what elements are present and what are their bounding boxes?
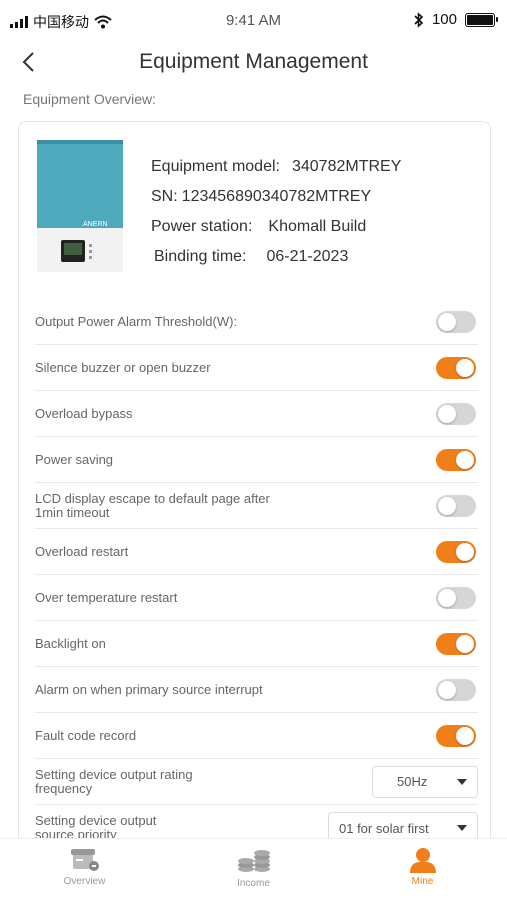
toggle-switch[interactable] — [436, 448, 476, 471]
sn-value: 123456890340782MTREY — [181, 188, 372, 205]
station-value: Khomall Build — [268, 218, 367, 235]
setting-row: Silence buzzer or open buzzer — [35, 345, 478, 391]
toggle-knob — [438, 680, 456, 699]
setting-row: Fault code record — [35, 713, 478, 759]
toggle-switch[interactable] — [436, 402, 476, 425]
sn-label: SN: — [151, 188, 178, 205]
setting-row: Overload bypass — [35, 391, 478, 437]
setting-row: Output Power Alarm Threshold(W): — [35, 299, 478, 345]
setting-label: LCD display escape to default page after… — [35, 490, 270, 520]
toggle-switch[interactable] — [436, 586, 476, 609]
frequency-select[interactable]: 50Hz — [372, 765, 478, 798]
setting-row: Alarm on when primary source interrupt — [35, 667, 478, 713]
toggle-knob — [438, 404, 456, 423]
tab-label: Overview — [63, 876, 106, 887]
caret-down-icon — [457, 825, 467, 831]
toggle-knob — [438, 312, 456, 331]
equipment-card: ANERN Equipment model: 340782MTREY SN: 1… — [18, 121, 491, 861]
setting-row: Overload restart — [35, 529, 478, 575]
select-value: 50Hz — [397, 774, 428, 789]
station-label: Power station: — [151, 218, 253, 235]
toggle-knob — [438, 496, 456, 515]
battery-icon — [465, 12, 498, 27]
overview-icon — [70, 849, 99, 871]
toggle-switch[interactable] — [436, 678, 476, 701]
caret-down-icon — [457, 778, 467, 785]
sn-row: SN: 123456890340782MTREY — [151, 182, 401, 212]
select-row: Setting device output rating frequency 5… — [35, 759, 478, 805]
binding-row: Binding time: 06-21-2023 — [151, 242, 401, 272]
toggle-knob — [456, 634, 474, 653]
setting-label: Power saving — [35, 451, 114, 467]
device-info: Equipment model: 340782MTREY SN: 1234568… — [151, 152, 401, 272]
select-label: Setting device output rating frequency — [35, 766, 193, 796]
toggle-switch[interactable] — [436, 540, 476, 563]
binding-value: 06-21-2023 — [266, 248, 349, 265]
model-value: 340782MTREY — [291, 158, 402, 175]
battery-percent: 100 — [431, 11, 457, 28]
setting-row: Backlight on — [35, 621, 478, 667]
svg-text:ANERN: ANERN — [83, 221, 108, 228]
setting-label: Fault code record — [35, 727, 137, 743]
toggle-knob — [456, 726, 474, 745]
setting-label: Overload bypass — [35, 405, 133, 421]
toggle-knob — [456, 358, 474, 377]
setting-label: Alarm on when primary source interrupt — [35, 681, 263, 697]
tab-income[interactable]: Income — [169, 839, 338, 900]
model-label: Equipment model: — [151, 158, 280, 175]
toggle-switch[interactable] — [436, 724, 476, 747]
setting-label: Over temperature restart — [35, 589, 178, 605]
income-icon — [237, 850, 270, 872]
tab-label: Mine — [411, 876, 434, 887]
bluetooth-icon — [414, 11, 424, 28]
setting-row: Over temperature restart — [35, 575, 478, 621]
station-row: Power station: Khomall Build — [151, 212, 401, 242]
toggle-switch[interactable] — [436, 310, 476, 333]
section-label: Equipment Overview: — [23, 91, 157, 107]
page-title: Equipment Management — [139, 50, 368, 73]
binding-label: Binding time: — [154, 248, 247, 265]
toggle-knob — [456, 450, 474, 469]
select-value: 01 for solar first — [339, 820, 429, 836]
setting-row: LCD display escape to default page after… — [35, 483, 478, 529]
setting-label: Backlight on — [35, 635, 106, 651]
setting-label: Overload restart — [35, 543, 129, 559]
mine-icon — [409, 848, 436, 873]
setting-label: Output Power Alarm Threshold(W): — [35, 313, 238, 329]
battery-level — [467, 14, 493, 25]
toggle-knob — [456, 542, 474, 561]
settings-list: Output Power Alarm Threshold(W): Silence… — [35, 299, 478, 851]
toggle-switch[interactable] — [436, 356, 476, 379]
setting-label: Silence buzzer or open buzzer — [35, 359, 211, 375]
toggle-knob — [438, 588, 456, 607]
toggle-switch[interactable] — [436, 494, 476, 517]
setting-row: Power saving — [35, 437, 478, 483]
inverter-image: ANERN — [37, 140, 123, 272]
status-bar: 中国移动 9:41 AM 100 — [0, 0, 507, 40]
status-right: 100 — [414, 11, 498, 28]
nav-bar: Equipment Management — [0, 42, 507, 82]
tab-mine[interactable]: Mine — [338, 839, 507, 900]
tab-overview[interactable]: Overview — [0, 839, 169, 900]
tab-label: Income — [237, 878, 270, 889]
model-row: Equipment model: 340782MTREY — [151, 152, 401, 182]
toggle-switch[interactable] — [436, 632, 476, 655]
tab-bar: Overview Income Mine — [0, 838, 507, 900]
